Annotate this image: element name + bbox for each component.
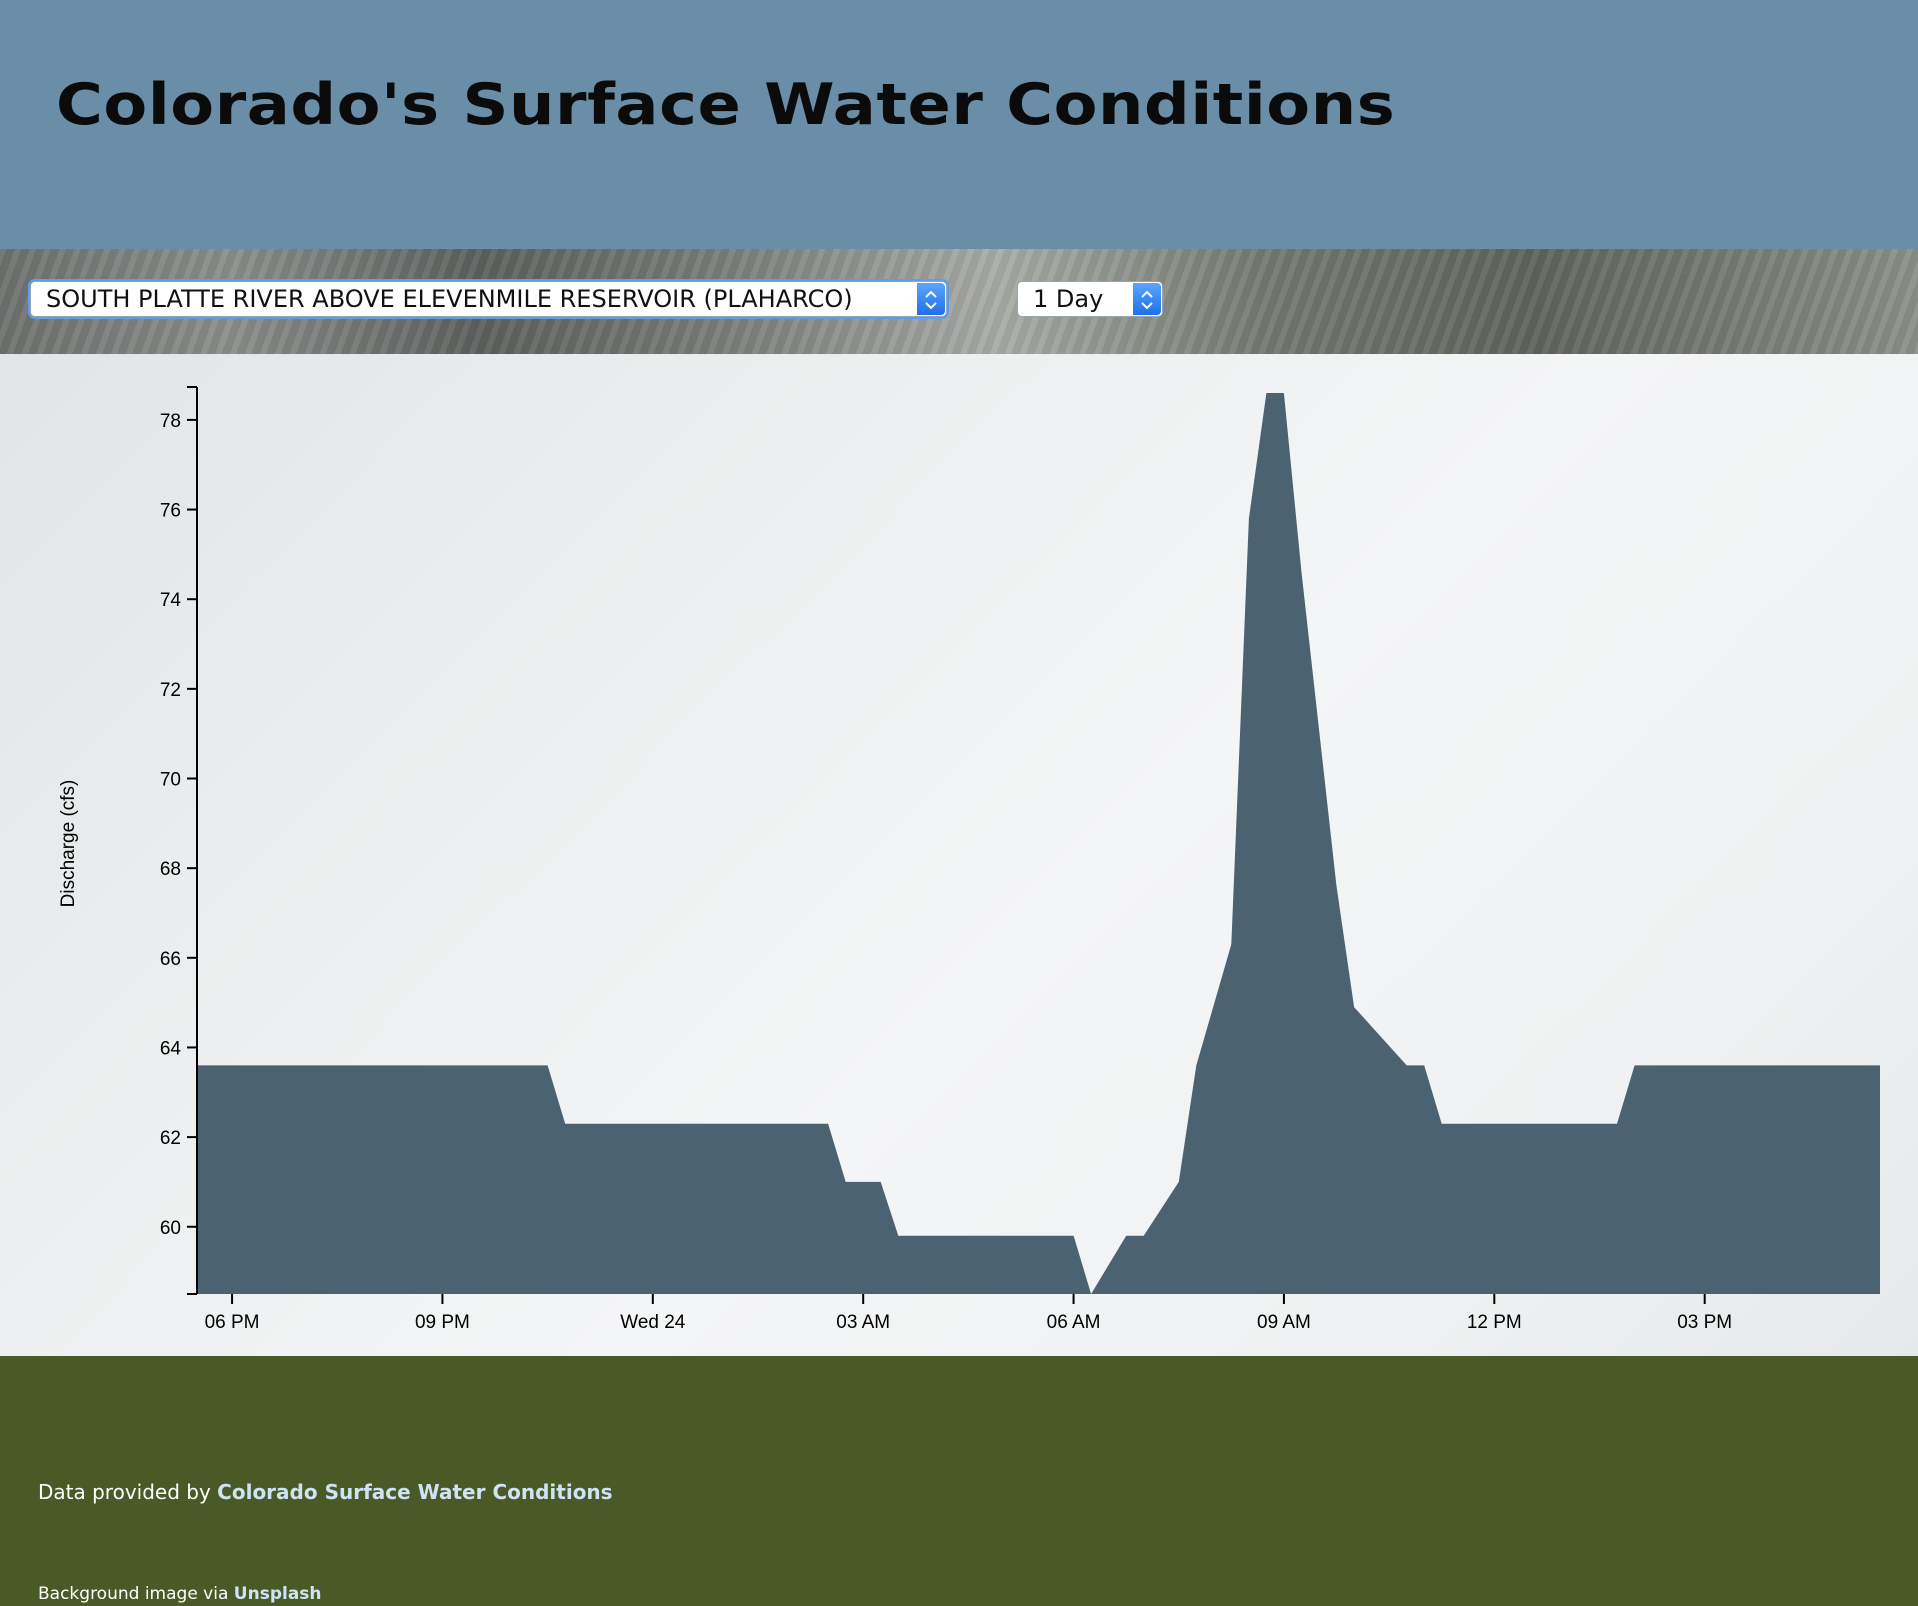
page-title: Colorado's Surface Water Conditions — [56, 72, 1396, 138]
y-tick-label: 74 — [160, 590, 182, 611]
x-tick-label: 09 AM — [1257, 1312, 1311, 1333]
y-tick-label: 68 — [160, 859, 181, 880]
y-tick-label: 64 — [160, 1038, 182, 1059]
x-tick-label: 06 PM — [205, 1312, 260, 1333]
x-tick-label: Wed 24 — [620, 1312, 686, 1333]
chart-panel: 60 62 64 66 68 70 72 74 76 78 06 PM 09 PM Wed 24 03 … — [0, 354, 1918, 1356]
select-arrows-icon — [917, 283, 945, 315]
background-credit: Background image via Unsplash — [38, 1584, 322, 1604]
y-tick-label: 62 — [160, 1128, 181, 1149]
y-tick-label: 78 — [160, 411, 181, 432]
y-tick-label: 72 — [160, 680, 181, 701]
data-credit: Data provided by Colorado Surface Water … — [38, 1480, 613, 1504]
y-tick-label: 76 — [160, 501, 181, 522]
header: Colorado's Surface Water Conditions — [0, 0, 1918, 249]
station-select-value: SOUTH PLATTE RIVER ABOVE ELEVENMILE RESE… — [46, 285, 853, 313]
footer: Data provided by Colorado Surface Water … — [0, 1356, 1918, 1606]
x-tick-label: 03 AM — [836, 1312, 890, 1333]
y-axis-label: Discharge (cfs) — [58, 780, 79, 908]
x-tick-label: 09 PM — [415, 1312, 470, 1333]
discharge-area — [197, 393, 1880, 1294]
x-axis: 06 PM 09 PM Wed 24 03 AM 06 AM 09 AM 12 PM 03 P… — [205, 1294, 1732, 1333]
x-tick-label: 12 PM — [1467, 1312, 1522, 1333]
time-range-select[interactable]: 1 Day — [1017, 281, 1163, 317]
background-credit-prefix: Background image via — [38, 1584, 234, 1604]
data-source-link[interactable]: Colorado Surface Water Conditions — [217, 1480, 612, 1504]
x-tick-label: 03 PM — [1677, 1312, 1732, 1333]
y-tick-label: 60 — [160, 1218, 181, 1239]
discharge-chart: 60 62 64 66 68 70 72 74 76 78 06 PM 09 PM Wed 24 03 … — [58, 386, 1880, 1333]
data-credit-prefix: Data provided by — [38, 1480, 218, 1504]
select-arrows-icon — [1133, 283, 1161, 315]
time-range-select-value: 1 Day — [1033, 285, 1104, 313]
station-select[interactable]: SOUTH PLATTE RIVER ABOVE ELEVENMILE RESE… — [30, 281, 947, 317]
y-tick-label: 66 — [160, 949, 181, 970]
unsplash-link[interactable]: Unsplash — [234, 1584, 322, 1604]
x-tick-label: 06 AM — [1047, 1312, 1101, 1333]
y-axis: 60 62 64 66 68 70 72 74 76 78 — [160, 386, 197, 1295]
y-tick-label: 70 — [160, 770, 181, 791]
